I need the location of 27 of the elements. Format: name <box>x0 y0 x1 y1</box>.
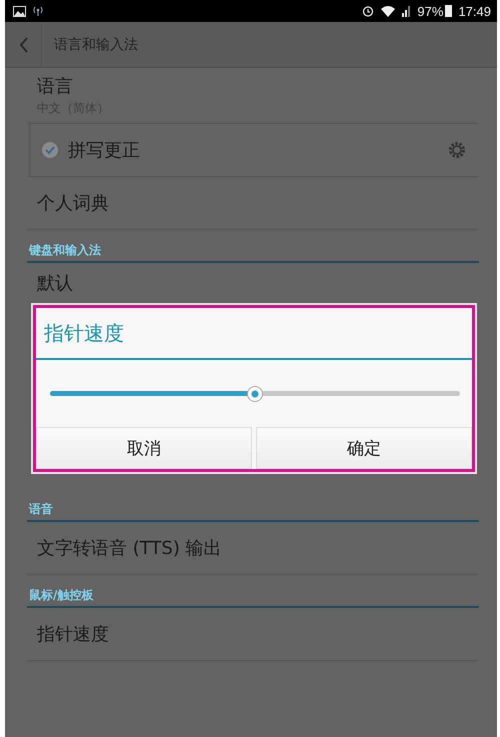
checkbox[interactable] <box>42 142 58 158</box>
dialog-button[interactable]: 取消 <box>36 427 252 469</box>
section-header: 键盘和输入法 <box>27 230 479 263</box>
screen-title: 语言和输入法 <box>54 36 138 54</box>
settings-item[interactable]: 文字转语音 (TTS) 输出 <box>27 522 479 575</box>
alarm-icon <box>362 5 374 17</box>
settings-item[interactable]: 语言 <box>27 68 479 98</box>
dialog-title: 指针速度 <box>36 308 472 360</box>
back-icon[interactable] <box>19 36 29 52</box>
gear-icon[interactable] <box>447 140 467 160</box>
slider-track[interactable] <box>50 384 460 402</box>
checkmark-icon <box>44 145 56 155</box>
slider-thumb[interactable] <box>247 386 263 402</box>
signal-icon <box>32 6 44 16</box>
wifi-icon <box>380 5 396 17</box>
settings-item[interactable]: 指针速度 <box>27 608 479 661</box>
cell-signal-icon <box>402 6 412 16</box>
settings-item[interactable]: 个人词典 <box>27 177 479 230</box>
settings-item[interactable]: 拼写更正 <box>68 138 447 162</box>
section-header: 鼠标/触控板 <box>27 575 479 608</box>
settings-item[interactable]: 默认 <box>27 263 479 295</box>
dialog-button[interactable]: 确定 <box>256 427 472 469</box>
image-icon <box>13 6 26 16</box>
clock: 17:49 <box>458 4 491 18</box>
battery-level: 97% <box>417 4 444 18</box>
section-header: 语音 <box>27 489 479 522</box>
battery-icon <box>445 5 452 17</box>
